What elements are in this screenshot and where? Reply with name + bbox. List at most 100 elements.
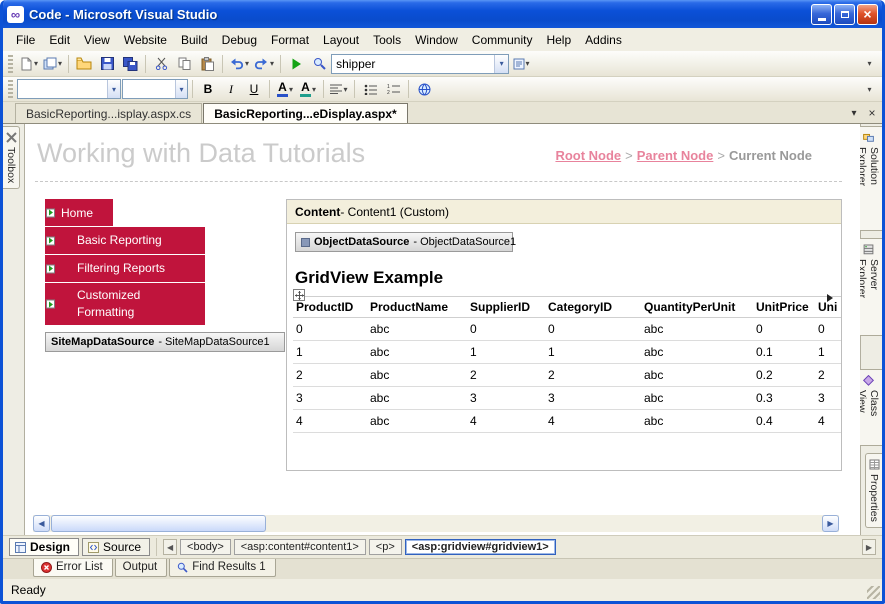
close-document-button[interactable]: × [864,105,880,121]
underline-button[interactable]: U [243,78,265,100]
quick-find-button[interactable]: ▾ [510,53,532,75]
combo-dropdown-button[interactable]: ▾ [175,80,187,98]
tab-basicreporting-aspx[interactable]: BasicReporting...eDisplay.aspx* [203,103,408,123]
vs-window: ∞ Code - Microsoft Visual Studio × File … [0,0,885,604]
toolbar-grip[interactable] [8,80,13,98]
content-placeholder-body[interactable]: ObjectDataSource - ObjectDataSource1 Gri… [287,224,841,470]
save-all-button[interactable] [119,53,141,75]
nav-item-filtering-reports[interactable]: Filtering Reports [45,255,205,282]
alignment-button[interactable]: ▾ [328,78,350,100]
tag-nav-scroll-left-button[interactable]: ◀ [163,539,178,555]
toolbar-grip[interactable] [8,54,13,73]
table-row: 4 abc 4 4 abc 0.4 4 [293,409,841,433]
horizontal-scrollbar[interactable]: ◀ ▶ [33,515,839,532]
toolbox-tab[interactable]: Toolbox [3,126,20,190]
add-new-item-button[interactable]: ▾ [17,53,40,75]
nav-item-basic-reporting[interactable]: Basic Reporting [45,227,205,254]
properties-tab[interactable]: Properties [865,453,882,528]
grid-cell: 4 [293,409,367,433]
toolbar-options-button[interactable]: ▾ [858,78,880,100]
sitemapdatasource-id: - SiteMapDataSource1 [158,336,270,348]
close-button[interactable]: × [857,3,878,25]
menu-community[interactable]: Community [465,30,540,50]
scroll-right-button[interactable]: ▶ [822,515,839,532]
font-size-combo[interactable]: ▾ [122,79,188,99]
grid-cell: 4 [815,409,841,433]
menu-debug[interactable]: Debug [215,30,264,50]
block-format-input[interactable] [18,80,107,98]
server-explorer-icon [863,244,873,255]
menu-format[interactable]: Format [264,30,316,50]
menu-layout[interactable]: Layout [316,30,366,50]
menu-website[interactable]: Website [117,30,174,50]
tag-nav-asp-gridview[interactable]: <asp:gridview#gridview1> [404,539,556,555]
redo-button[interactable]: ▾ [252,53,276,75]
paste-button[interactable] [196,53,218,75]
grid-header-cell: ProductName [367,296,467,318]
gridview-move-handle-icon[interactable] [293,289,305,301]
combo-dropdown-button[interactable]: ▾ [494,54,509,73]
minimize-button[interactable] [811,3,832,25]
start-debugging-button[interactable] [285,53,307,75]
active-files-dropdown-button[interactable]: ▾ [846,105,862,121]
scroll-left-button[interactable]: ◀ [33,515,50,532]
design-surface[interactable]: Working with Data Tutorials Root Node > Pa… [25,124,860,535]
numbered-list-button[interactable]: 12 [382,78,404,100]
tag-nav-scroll-right-button[interactable]: ▶ [862,539,876,555]
cut-button[interactable] [150,53,172,75]
sitemapdatasource-control[interactable]: SiteMapDataSource - SiteMapDataSource1 [45,332,285,352]
menu-help[interactable]: Help [539,30,578,50]
block-format-combo[interactable]: ▾ [17,79,121,99]
undo-button[interactable]: ▾ [227,53,251,75]
tag-nav-asp-content[interactable]: <asp:content#content1> [233,539,366,555]
menu-addins[interactable]: Addins [578,30,629,50]
find-in-files-button[interactable] [308,53,330,75]
breadcrumb-root-link[interactable]: Root Node [555,148,621,163]
nav-item-customized-formatting[interactable]: Customized Formatting [45,283,205,325]
search-combo[interactable]: ▾ [331,53,510,74]
restore-button[interactable] [834,3,855,25]
combo-dropdown-button[interactable]: ▾ [106,80,120,98]
content-placeholder-header[interactable]: Content - Content1 (Custom) [287,200,841,224]
hyperlink-button[interactable] [413,78,435,100]
find-results-tab[interactable]: Find Results 1 [169,559,276,577]
menu-view[interactable]: View [77,30,117,50]
error-list-tab[interactable]: Error List [33,559,113,577]
tag-nav-body[interactable]: <body> [180,539,231,555]
breadcrumb-parent-link[interactable]: Parent Node [637,148,714,163]
tag-nav-p[interactable]: <p> [368,539,402,555]
bullet-list-button[interactable] [359,78,381,100]
standard-toolbar: ▾ ▾ ▾ ▾ shipper ▾ ▾ ▾ [3,51,882,77]
paste-icon [201,56,214,71]
objectdatasource-control[interactable]: ObjectDataSource - ObjectDataSource1 [295,232,516,252]
source-view-button[interactable]: Source [82,538,151,556]
open-file-button[interactable] [73,53,95,75]
font-size-input[interactable] [123,80,175,98]
toolbar-separator [323,80,324,98]
design-view-button[interactable]: Design [9,538,80,556]
highlight-color-button[interactable]: A ▾ [297,78,319,100]
scrollbar-thumb[interactable] [51,515,266,532]
copy-button[interactable] [173,53,195,75]
toolbar-options-button[interactable]: ▾ [858,53,880,75]
new-project-button[interactable]: ▾ [41,53,64,75]
resize-grip[interactable] [867,586,880,599]
nav-item-home[interactable]: Home [45,199,113,226]
gridview-control[interactable]: ProductID ProductName SupplierID Categor… [293,289,841,433]
grid-cell: abc [641,409,753,433]
menu-file[interactable]: File [9,30,42,50]
content-placeholder-panel[interactable]: Content - Content1 (Custom) ObjectDataSo… [286,199,842,471]
search-combo-input[interactable] [332,54,495,73]
font-color-button[interactable]: A ▾ [274,78,296,100]
save-button[interactable] [96,53,118,75]
menu-edit[interactable]: Edit [42,30,77,50]
italic-button[interactable]: I [220,78,242,100]
menu-window[interactable]: Window [408,30,465,50]
output-tab[interactable]: Output [114,559,168,577]
grid-cell: 0.3 [753,386,815,410]
tab-basicreporting-aspx-cs[interactable]: BasicReporting...isplay.aspx.cs [15,103,203,123]
menu-build[interactable]: Build [174,30,215,50]
menu-tools[interactable]: Tools [366,30,408,50]
smart-tag-arrow-icon[interactable] [827,294,833,302]
bold-button[interactable]: B [197,78,219,100]
